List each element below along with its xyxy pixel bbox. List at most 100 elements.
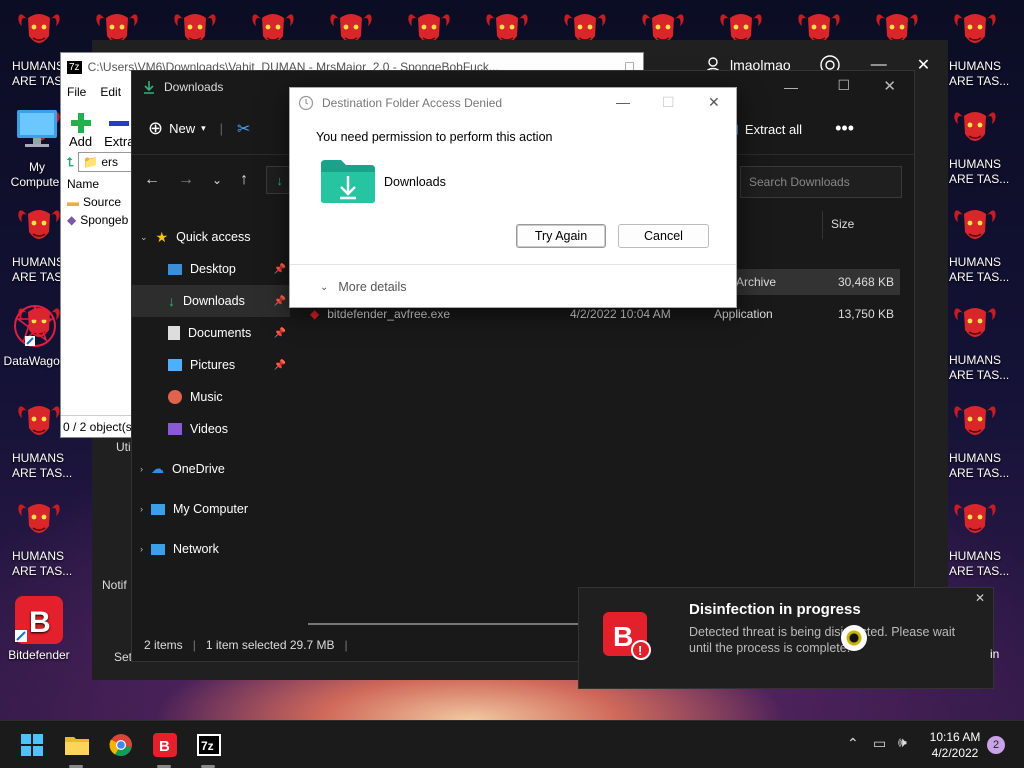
music-icon — [168, 390, 182, 404]
pin-icon: 📌 — [273, 359, 286, 371]
chevron-down-icon: ▾ — [201, 123, 206, 133]
ram-head-icon — [952, 104, 998, 150]
download-icon — [144, 81, 154, 94]
maximize-icon[interactable]: ☐ — [837, 77, 850, 94]
chevron-down-icon: ⌄ — [140, 231, 148, 242]
bitdefender-notification: B! Disinfection in progress Detected thr… — [578, 587, 994, 689]
plus-circle-icon: ⊕ — [148, 118, 164, 138]
chevron-right-icon: › — [140, 464, 143, 474]
ram-head-icon — [16, 6, 62, 52]
divider: | — [219, 121, 224, 136]
settings-nav-utilities[interactable]: Uti — [116, 440, 131, 454]
more-options-icon[interactable]: ••• — [835, 118, 854, 139]
pin-icon: 📌 — [273, 263, 286, 275]
ram-head-icon — [952, 398, 998, 444]
bitdefender-icon: ◆ — [310, 307, 320, 321]
chevron-right-icon: › — [140, 544, 143, 554]
menu-file[interactable]: File — [67, 85, 86, 99]
menu-edit[interactable]: Edit — [100, 85, 121, 99]
minimize-icon[interactable]: — — [784, 79, 798, 95]
up-folder-icon[interactable]: ⮤ — [67, 155, 74, 170]
more-details-toggle[interactable]: ⌄ More details — [320, 280, 406, 294]
add-button[interactable]: Add — [69, 103, 92, 149]
new-button[interactable]: ⊕ New ▾ — [148, 118, 206, 139]
ram-head-icon — [952, 300, 998, 346]
desktop-icon-bitdefender[interactable]: B Bitdefender — [4, 596, 74, 663]
picture-icon — [168, 359, 182, 371]
nav-videos[interactable]: Videos — [132, 413, 290, 445]
cut-icon[interactable]: ✂ — [237, 119, 250, 139]
close-icon[interactable]: ✕ — [975, 591, 985, 605]
windows-icon — [21, 734, 43, 756]
access-denied-dialog: Destination Folder Access Denied — ☐ ✕ Y… — [289, 87, 737, 308]
nav-quick-access[interactable]: ⌄ ★ Quick access — [132, 221, 290, 253]
folder-name: Downloads — [384, 175, 446, 189]
cloud-icon: ☁ — [151, 461, 164, 476]
pin-icon: 📌 — [273, 327, 286, 339]
pin-icon: 📌 — [273, 295, 286, 307]
forward-icon[interactable]: → — [178, 171, 194, 189]
maximize-icon[interactable]: ☐ — [662, 94, 675, 111]
taskbar-file-explorer[interactable] — [61, 729, 93, 761]
clock[interactable]: 10:16 AM 4/2/2022 — [926, 729, 984, 761]
svg-text:7z: 7z — [201, 739, 214, 753]
nav-network[interactable]: › Network — [132, 533, 290, 565]
taskbar-7zip[interactable]: 7z — [193, 729, 225, 761]
wallpaper-caption: HUMANS ARE TAS... — [12, 549, 73, 578]
taskbar: B 7z ⌃ ▭ 🕪 10:16 AM 4/2/2022 2 — [0, 720, 1024, 768]
network-icon[interactable]: ▭ — [873, 735, 886, 752]
cancel-button[interactable]: Cancel — [618, 224, 709, 248]
wallpaper-caption: HUMANS ARE TAS... — [949, 353, 1010, 382]
desktop-label-fragment: in — [990, 647, 1000, 661]
settings-nav-notifications[interactable]: Notif — [102, 578, 127, 592]
horizontal-scrollbar[interactable] — [308, 623, 608, 625]
minus-icon — [109, 121, 130, 126]
desktop-icon — [168, 263, 182, 275]
close-icon[interactable]: ✕ — [883, 77, 896, 95]
back-icon[interactable]: ← — [144, 171, 160, 189]
up-icon[interactable]: ↑ — [240, 171, 248, 189]
nav-music[interactable]: Music — [132, 381, 290, 413]
folder-icon: ▬ — [67, 195, 79, 209]
star-icon: ★ — [155, 228, 169, 245]
video-icon — [168, 423, 182, 435]
nav-downloads[interactable]: ↓ Downloads 📌 — [132, 285, 290, 317]
folder-icon — [65, 737, 89, 755]
bitdefender-icon: B — [153, 733, 177, 757]
clock-icon — [298, 95, 314, 111]
wallpaper-caption: HUMANS ARE TAS... — [949, 59, 1010, 88]
document-icon — [168, 326, 180, 340]
column-header-size[interactable]: Size — [822, 211, 906, 239]
close-icon[interactable]: ✕ — [708, 94, 720, 111]
start-button[interactable] — [16, 729, 48, 761]
pentagram-icon — [11, 302, 59, 350]
nav-pictures[interactable]: Pictures 📌 — [132, 349, 290, 381]
chevron-down-icon[interactable]: ⌄ — [212, 173, 222, 187]
nav-documents[interactable]: Documents 📌 — [132, 317, 290, 349]
try-again-button[interactable]: Try Again — [516, 224, 606, 248]
extract-all-button[interactable]: ▣ Extract all — [727, 121, 802, 137]
close-icon[interactable]: ✕ — [917, 55, 930, 75]
minimize-icon[interactable]: — — [616, 94, 630, 110]
chevron-up-icon[interactable]: ⌃ — [847, 735, 859, 752]
nav-desktop[interactable]: Desktop 📌 — [132, 253, 290, 285]
ram-head-icon — [952, 496, 998, 542]
notification-title: Disinfection in progress — [689, 601, 861, 618]
nav-my-computer[interactable]: › My Computer — [132, 493, 290, 525]
nav-onedrive[interactable]: › ☁ OneDrive — [132, 453, 290, 485]
svg-text:!: ! — [638, 643, 642, 658]
bitdefender-icon: B — [15, 596, 63, 644]
volume-icon[interactable]: 🕪 — [898, 734, 907, 751]
notification-badge[interactable]: 2 — [987, 736, 1005, 754]
ram-icon: ◆ — [67, 213, 77, 227]
ram-head-icon — [16, 496, 62, 542]
ram-head-icon — [952, 202, 998, 248]
taskbar-chrome[interactable] — [105, 729, 137, 761]
chrome-icon — [109, 734, 132, 757]
taskbar-bitdefender[interactable]: B — [149, 729, 181, 761]
settings-nav-settings[interactable]: Set — [114, 650, 132, 664]
window-title: Downloads — [164, 80, 224, 94]
monitor-icon — [151, 503, 165, 515]
extract-button[interactable]: Extra — [104, 103, 134, 149]
search-input[interactable]: Search Downloads — [740, 166, 902, 198]
